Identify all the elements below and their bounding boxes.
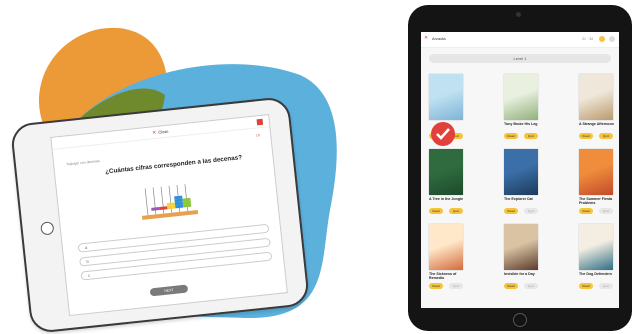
read-button[interactable]: Read — [504, 283, 518, 289]
book-cover[interactable] — [579, 224, 613, 270]
quiz-subtitle: Trabajar con decenas — [66, 159, 100, 167]
library-screen: ✕ Arcadia 21 · 34 Level 1 Read Quiz Tony B… — [421, 32, 619, 308]
answer-label: c — [87, 272, 91, 278]
book-cover[interactable] — [429, 149, 463, 195]
read-button[interactable]: Read — [579, 208, 593, 214]
progress-indicator: 1/5 — [255, 133, 261, 138]
tablet-left: ✕Close 1/5 Trabajar con decenas ¿Cuántas… — [9, 95, 311, 334]
book-title: The Explorer Cat — [504, 197, 533, 201]
quiz-button[interactable]: Quiz — [599, 133, 613, 139]
quiz-button[interactable]: Quiz — [599, 283, 613, 289]
book-cover[interactable] — [504, 74, 538, 120]
book-cover[interactable] — [429, 224, 463, 270]
book-title: The Summer Fiesta Problems — [579, 197, 613, 205]
close-icon[interactable]: ✕ — [152, 130, 157, 136]
quiz-button[interactable]: Quiz — [524, 283, 538, 289]
coin-icon — [599, 36, 605, 42]
read-button[interactable]: Read — [504, 208, 518, 214]
book-title: The Dog Defenders — [579, 272, 612, 276]
header-title: Arcadia — [432, 36, 446, 41]
book-title: Invisible for a Day — [504, 272, 535, 276]
quiz-button[interactable]: Quiz — [449, 208, 463, 214]
level-selector[interactable]: Level 1 — [429, 54, 611, 63]
book-title: A Strange Afternoon — [579, 122, 614, 126]
quiz-button[interactable]: Quiz — [524, 208, 538, 214]
book-cover[interactable] — [504, 224, 538, 270]
quiz-button[interactable]: Quiz — [599, 208, 613, 214]
book-title: A Tree in the Jungle — [429, 197, 464, 201]
book-cover[interactable] — [429, 74, 463, 120]
home-button[interactable] — [40, 221, 55, 236]
book-cover[interactable] — [579, 74, 613, 120]
read-button[interactable]: Read — [579, 133, 593, 139]
settings-icon[interactable] — [609, 36, 615, 42]
quiz-question: ¿Cuántas cifras corresponden a las decen… — [104, 154, 243, 176]
close-icon[interactable]: ✕ — [424, 35, 428, 41]
quiz-screen: ✕Close 1/5 Trabajar con decenas ¿Cuántas… — [50, 114, 288, 317]
next-button[interactable]: NEXT — [149, 284, 189, 297]
camera-icon — [516, 12, 521, 17]
menu-icon[interactable] — [256, 118, 264, 126]
home-button[interactable] — [513, 313, 527, 327]
quiz-header: ✕Close — [51, 115, 270, 150]
book-title: Tony Broke His Leg — [504, 122, 538, 126]
stats-counter: 21 · 34 — [582, 37, 593, 41]
quiz-button[interactable]: Quiz — [524, 133, 538, 139]
book-title: The Sickness of Remedio — [429, 272, 457, 280]
quiz-button[interactable]: Quiz — [449, 283, 463, 289]
book-cover[interactable] — [579, 149, 613, 195]
read-button[interactable]: Read — [579, 283, 593, 289]
abacus-image — [141, 184, 199, 220]
completed-check-icon — [431, 122, 455, 146]
read-button[interactable]: Read — [429, 283, 443, 289]
header-title: Close — [158, 128, 169, 135]
library-header: ✕ Arcadia 21 · 34 — [421, 32, 619, 48]
read-button[interactable]: Read — [504, 133, 518, 139]
read-button[interactable]: Read — [429, 208, 443, 214]
answer-label: b — [86, 258, 89, 264]
tablet-right: ✕ Arcadia 21 · 34 Level 1 Read Quiz Tony B… — [408, 5, 632, 331]
book-cover[interactable] — [504, 149, 538, 195]
answer-label: a — [84, 244, 88, 251]
